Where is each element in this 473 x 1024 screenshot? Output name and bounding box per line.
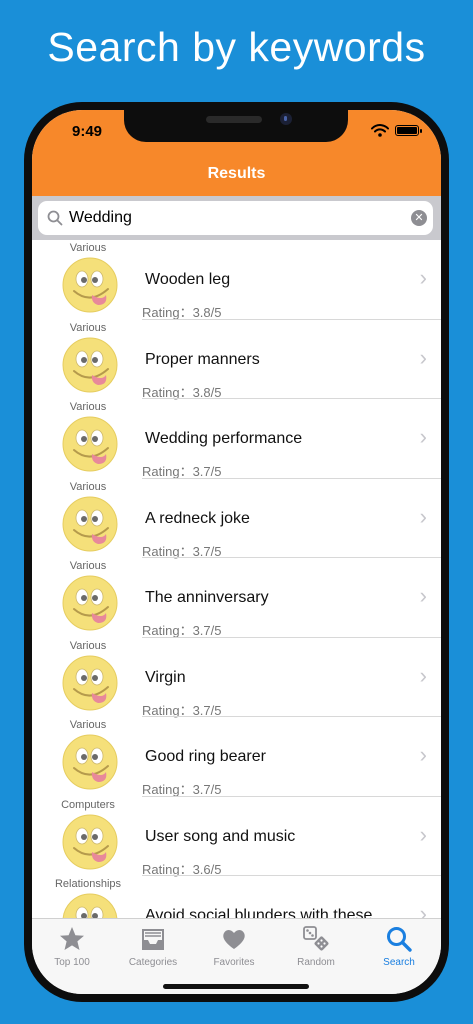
- smiley-face-icon: [62, 734, 118, 790]
- chevron-right-icon: ›: [419, 265, 427, 290]
- tab-label: Random: [297, 957, 335, 968]
- chevron-right-icon: ›: [419, 424, 427, 449]
- dice-icon: [303, 926, 329, 951]
- result-row[interactable]: Various A redneck joke Rating：3.7/5 ›: [32, 479, 441, 559]
- phone-notch: [124, 110, 348, 142]
- inbox-icon: [142, 929, 164, 950]
- result-category: Various: [69, 480, 107, 493]
- tab-label: Categories: [128, 957, 178, 968]
- tab-top-100[interactable]: Top 100: [32, 919, 112, 979]
- smiley-face-icon: [62, 575, 118, 631]
- smiley-face-icon: [62, 416, 118, 472]
- phone-screen: 9:49 Results ✕ Various: [32, 110, 441, 994]
- phone-frame: 9:49 Results ✕ Various: [24, 102, 449, 1002]
- result-row[interactable]: Relationships Avoid social blunders with…: [32, 876, 441, 918]
- result-title: Proper manners: [145, 350, 260, 368]
- chevron-right-icon: ›: [419, 344, 427, 370]
- tab-bar: Top 100 Categories Favorites Random Search: [32, 918, 441, 994]
- chevron-right-icon: ›: [419, 662, 427, 688]
- status-icons: [371, 124, 422, 137]
- result-category: Various: [69, 321, 107, 334]
- smiley-face-icon: [62, 337, 118, 393]
- smiley-face-icon: [62, 655, 118, 711]
- result-category: Various: [69, 242, 107, 254]
- result-title: Wedding performance: [145, 430, 303, 447]
- smiley-face-icon: [62, 257, 118, 313]
- tab-label: Top 100: [54, 957, 90, 968]
- chevron-right-icon: ›: [419, 583, 427, 608]
- result-title: User song and music: [145, 827, 296, 845]
- chevron-right-icon: ›: [419, 821, 427, 847]
- result-title: Avoid social blunders with these: [145, 907, 373, 918]
- search-field[interactable]: ✕: [38, 201, 433, 235]
- smiley-face-icon: [62, 814, 118, 870]
- chevron-right-icon: ›: [419, 503, 427, 529]
- tab-favorites[interactable]: Favorites: [194, 919, 274, 979]
- result-title: A redneck joke: [145, 509, 250, 527]
- chevron-right-icon: ›: [419, 742, 427, 767]
- result-row[interactable]: Various Wooden leg Rating：3.8/5 ›: [32, 240, 441, 320]
- result-category: Various: [69, 719, 107, 731]
- smiley-face-icon: [62, 496, 118, 552]
- chevron-right-icon: ›: [419, 901, 427, 918]
- battery-icon: [395, 125, 422, 136]
- search-icon: [387, 927, 412, 952]
- result-title: Good ring bearer: [145, 748, 266, 765]
- heart-icon: [223, 930, 245, 949]
- clear-search-icon[interactable]: ✕: [411, 210, 427, 226]
- result-title: Wooden leg: [145, 271, 231, 288]
- result-category: Various: [69, 560, 107, 572]
- tab-search[interactable]: Search: [359, 919, 439, 979]
- result-category: Computers: [61, 798, 115, 811]
- smiley-face-icon: [62, 893, 118, 918]
- tab-categories[interactable]: Categories: [113, 919, 193, 979]
- result-row[interactable]: Various Virgin Rating：3.7/5 ›: [32, 638, 441, 718]
- result-row[interactable]: Various Wedding performance Rating：3.7/5 ›: [32, 399, 441, 479]
- tab-random[interactable]: Random: [276, 919, 356, 979]
- wifi-icon: [371, 124, 389, 137]
- result-row[interactable]: Various Proper manners Rating：3.8/5 ›: [32, 320, 441, 400]
- promo-headline: Search by keywords: [47, 24, 426, 70]
- front-camera: [280, 113, 292, 125]
- home-indicator: [163, 984, 309, 989]
- result-category: Various: [69, 401, 107, 413]
- result-category: Various: [69, 639, 107, 652]
- search-bar: ✕: [32, 196, 441, 240]
- result-title: Virgin: [145, 668, 186, 686]
- result-row[interactable]: Computers User song and music Rating：3.6/…: [32, 797, 441, 877]
- result-title: The anninversary: [145, 589, 269, 606]
- page-title: Results: [207, 165, 266, 182]
- search-input[interactable]: [69, 209, 399, 227]
- status-time: 9:49: [72, 123, 103, 140]
- result-category: Relationships: [54, 878, 122, 890]
- tab-label: Search: [383, 957, 415, 968]
- result-row[interactable]: Various Good ring bearer Rating：3.7/5 ›: [32, 717, 441, 797]
- speaker-grille: [206, 116, 262, 123]
- tab-label: Favorites: [213, 957, 255, 968]
- results-list[interactable]: Various Wooden leg Rating：3.8/5 › Various P…: [32, 240, 441, 918]
- star-icon: [60, 927, 84, 950]
- search-icon: [47, 210, 63, 226]
- result-row[interactable]: Various The anninversary Rating：3.7/5 ›: [32, 558, 441, 638]
